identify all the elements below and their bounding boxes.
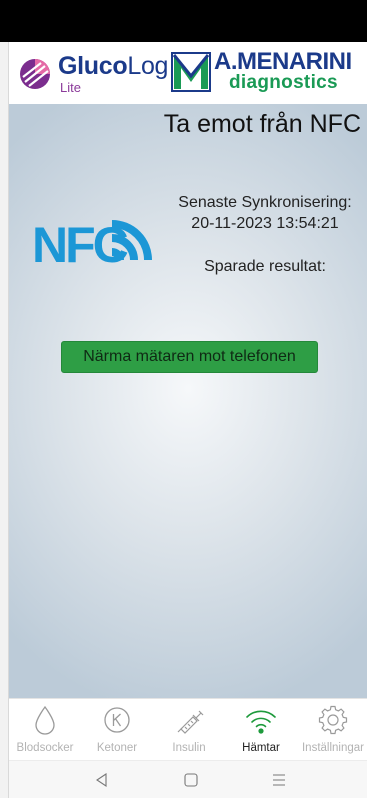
tab-label: Hämtar <box>242 742 280 754</box>
home-icon[interactable] <box>182 771 200 789</box>
glucolog-lite-label: Lite <box>60 80 81 95</box>
system-nav-bar <box>9 760 367 798</box>
tab-hamtar[interactable]: Hämtar <box>225 699 297 761</box>
status-bar <box>0 0 367 42</box>
tab-insulin[interactable]: Insulin <box>153 699 225 761</box>
glucolog-logo-icon <box>20 59 50 89</box>
ketone-k-icon <box>104 707 130 733</box>
menarini-subtitle: diagnostics <box>229 72 338 93</box>
nfc-logo-icon: NFC <box>32 217 152 272</box>
page-title: Ta emot från NFC <box>163 110 361 138</box>
tab-label: Inställningar <box>301 742 364 754</box>
saved-results-label: Sparade resultat: <box>204 258 326 275</box>
menarini-logo-icon <box>171 52 211 92</box>
tab-label: Insulin <box>172 742 206 754</box>
syringe-icon <box>177 710 204 734</box>
sync-date: 20-11-2023 13:54:21 <box>191 215 339 232</box>
sync-label: Senaste Synkronisering: <box>178 194 352 211</box>
app-header: GlucoLog Lite A.MENARINI diagnostics <box>9 42 367 104</box>
gear-icon <box>318 705 348 735</box>
menu-icon[interactable] <box>270 771 288 789</box>
tab-installningar[interactable]: Inställningar <box>297 699 367 761</box>
tab-blodsocker[interactable]: Blodsocker <box>9 699 81 761</box>
glucolog-wordmark: GlucoLog <box>58 52 169 80</box>
tab-label: Ketoner <box>96 742 138 754</box>
bottom-tab-bar: Blodsocker Ketoner Insulin Hämtar Instäl… <box>9 698 367 760</box>
tab-ketoner[interactable]: Ketoner <box>81 699 153 761</box>
drop-icon <box>35 705 55 735</box>
nfc-receive-screen: Ta emot från NFC NFC Senaste Synkroniser… <box>9 104 367 698</box>
back-icon[interactable] <box>93 771 111 789</box>
approach-meter-button[interactable]: Närma mätaren mot telefonen <box>61 341 318 373</box>
tab-label: Blodsocker <box>16 742 74 754</box>
wifi-icon <box>246 710 276 734</box>
